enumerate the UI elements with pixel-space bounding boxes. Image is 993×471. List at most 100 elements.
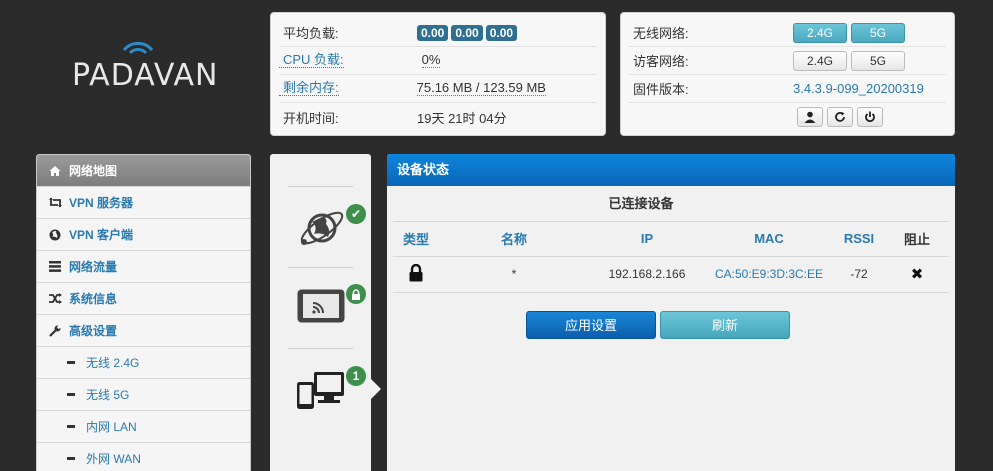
reboot-button[interactable] [827, 107, 853, 127]
guest-row: 访客网络: 2.4G 5G [629, 47, 946, 75]
uptime-row: 开机时间: 19天 21时 04分 [279, 103, 597, 131]
divider [288, 186, 353, 187]
sidebar-item-label: 网络地图 [69, 164, 118, 178]
sidebar-item-vpn-client[interactable]: VPN 客户端 [37, 219, 250, 251]
system-stats-panel: 平均负载: 0.00 0.00 0.00 CPU 负载: 0% 剩余内存: 75… [270, 12, 606, 136]
device-name-cell: * [439, 256, 589, 293]
secured-lock-badge-icon [346, 284, 366, 304]
random-icon [48, 292, 62, 306]
firmware-version-link[interactable]: 3.4.3.9-099_20200319 [793, 81, 924, 96]
uptime-label: 开机时间: [283, 110, 339, 126]
sidebar-nav: 网络地图 VPN 服务器 VPN 客户端 网络流量 系统信息 高级设置 无线 2… [36, 154, 251, 471]
device-rssi-cell: -72 [833, 256, 885, 293]
sidebar-subitem-wireless-24g[interactable]: 无线 2.4G [37, 347, 250, 379]
connected-check-icon: ✔ [346, 204, 366, 224]
clients-count-badge: 1 [346, 366, 366, 386]
wrench-icon [48, 324, 62, 338]
retweet-icon [48, 196, 62, 210]
apply-settings-button[interactable]: 应用设置 [526, 310, 656, 339]
clients-status-button[interactable] [296, 370, 346, 413]
shutdown-button[interactable] [857, 107, 883, 127]
connected-devices-table: 类型 名称 IP MAC RSSI 阻止 * 192.168.2.166 CA:… [393, 222, 949, 293]
wireless-label: 无线网络: [633, 26, 689, 41]
device-ip-cell: 192.168.2.166 [589, 256, 705, 293]
devices-icon [297, 372, 344, 409]
wifi-logo-icon [122, 41, 154, 55]
refresh-icon [835, 111, 845, 122]
memory-row: 剩余内存: 75.16 MB / 123.59 MB [279, 75, 597, 103]
load-label: 平均负载: [283, 26, 339, 41]
device-type-cell [393, 256, 439, 293]
table-row: * 192.168.2.166 CA:50:E9:3D:3C:EE -72 ✖ [393, 256, 949, 293]
table-header-row: 类型 名称 IP MAC RSSI 阻止 [393, 222, 949, 257]
sidebar-item-label: 网络流量 [69, 260, 118, 274]
guest-24g-toggle[interactable]: 2.4G [793, 50, 847, 71]
sidebar-subitem-label: 内网 LAN [86, 420, 137, 434]
internet-status-button[interactable] [296, 202, 348, 257]
connected-devices-caption: 已连接设备 [393, 186, 949, 222]
free-memory-link[interactable]: 剩余内存: [279, 81, 339, 96]
home-icon [48, 164, 62, 178]
col-type[interactable]: 类型 [393, 222, 439, 257]
close-icon[interactable]: ✖ [911, 266, 924, 283]
logout-button[interactable] [797, 107, 823, 127]
wireless-panel: 无线网络: 2.4G 5G 访客网络: 2.4G 5G 固件版本: 3.4.3.… [620, 12, 955, 136]
selected-arrow-icon [371, 379, 381, 399]
col-mac[interactable]: MAC [705, 222, 833, 257]
wireless-5g-toggle[interactable]: 5G [851, 22, 905, 43]
wireless-row: 无线网络: 2.4G 5G [629, 19, 946, 47]
sidebar-subitem-label: 无线 2.4G [86, 356, 140, 370]
padavan-logo: PADAVAN [72, 40, 222, 110]
sidebar-subitem-label: 无线 5G [86, 388, 130, 402]
device-status-panel: 设备状态 已连接设备 类型 名称 IP MAC RSSI 阻止 * 192.16… [387, 154, 955, 471]
cpu-load-value: 0% [421, 52, 441, 68]
load-5min: 0.00 [451, 24, 483, 41]
firmware-row: 固件版本: 3.4.3.9-099_20200319 [629, 75, 946, 103]
action-icons-row [629, 103, 946, 131]
free-memory-value: 75.16 MB / 123.59 MB [416, 80, 546, 96]
load-15min: 0.00 [485, 24, 518, 41]
guest-label: 访客网络: [633, 54, 689, 69]
firmware-label: 固件版本: [633, 82, 689, 97]
device-block-cell: ✖ [885, 256, 949, 293]
cpu-load-link[interactable]: CPU 负载: [279, 53, 344, 68]
globe-satellite-icon [300, 211, 344, 245]
dash-icon [67, 425, 75, 428]
globe-icon [48, 228, 62, 242]
list-icon [48, 260, 62, 274]
cpu-row: CPU 负载: 0% [279, 47, 597, 75]
sidebar-subitem-wan[interactable]: 外网 WAN [37, 443, 250, 471]
user-icon [804, 111, 816, 123]
power-icon [865, 111, 875, 123]
sidebar-subitem-lan[interactable]: 内网 LAN [37, 411, 250, 443]
sidebar-item-system-info[interactable]: 系统信息 [37, 283, 250, 315]
refresh-button[interactable]: 刷新 [660, 310, 790, 339]
sidebar-item-label: 系统信息 [69, 292, 118, 306]
load-1min: 0.00 [417, 24, 449, 41]
sidebar-subitem-wireless-5g[interactable]: 无线 5G [37, 379, 250, 411]
load-row: 平均负载: 0.00 0.00 0.00 [279, 19, 597, 47]
sidebar-item-vpn-server[interactable]: VPN 服务器 [37, 187, 250, 219]
guest-5g-toggle[interactable]: 5G [851, 50, 905, 71]
col-name[interactable]: 名称 [439, 222, 589, 257]
sidebar-item-label: VPN 服务器 [69, 196, 134, 210]
col-rssi[interactable]: RSSI [833, 222, 885, 257]
uptime-value: 19天 21时 04分 [417, 110, 507, 126]
col-ip[interactable]: IP [589, 222, 705, 257]
sidebar-item-advanced[interactable]: 高级设置 [37, 315, 250, 347]
lock-icon [409, 263, 423, 281]
sidebar-item-network-map[interactable]: 网络地图 [37, 155, 250, 187]
dash-icon [67, 393, 75, 396]
device-mac-link[interactable]: CA:50:E9:3D:3C:EE [705, 256, 833, 293]
tablet-wifi-icon [297, 289, 345, 323]
dash-icon [67, 457, 75, 460]
wireless-24g-toggle[interactable]: 2.4G [793, 22, 847, 43]
status-icon-column: ✔ 1 [270, 154, 371, 471]
col-block: 阻止 [885, 222, 949, 257]
sidebar-subitem-label: 外网 WAN [86, 452, 141, 466]
divider [288, 267, 353, 268]
wireless-status-button[interactable] [296, 288, 346, 327]
sidebar-item-traffic[interactable]: 网络流量 [37, 251, 250, 283]
logo-text: PADAVAN [72, 58, 219, 93]
dash-icon [67, 361, 75, 364]
